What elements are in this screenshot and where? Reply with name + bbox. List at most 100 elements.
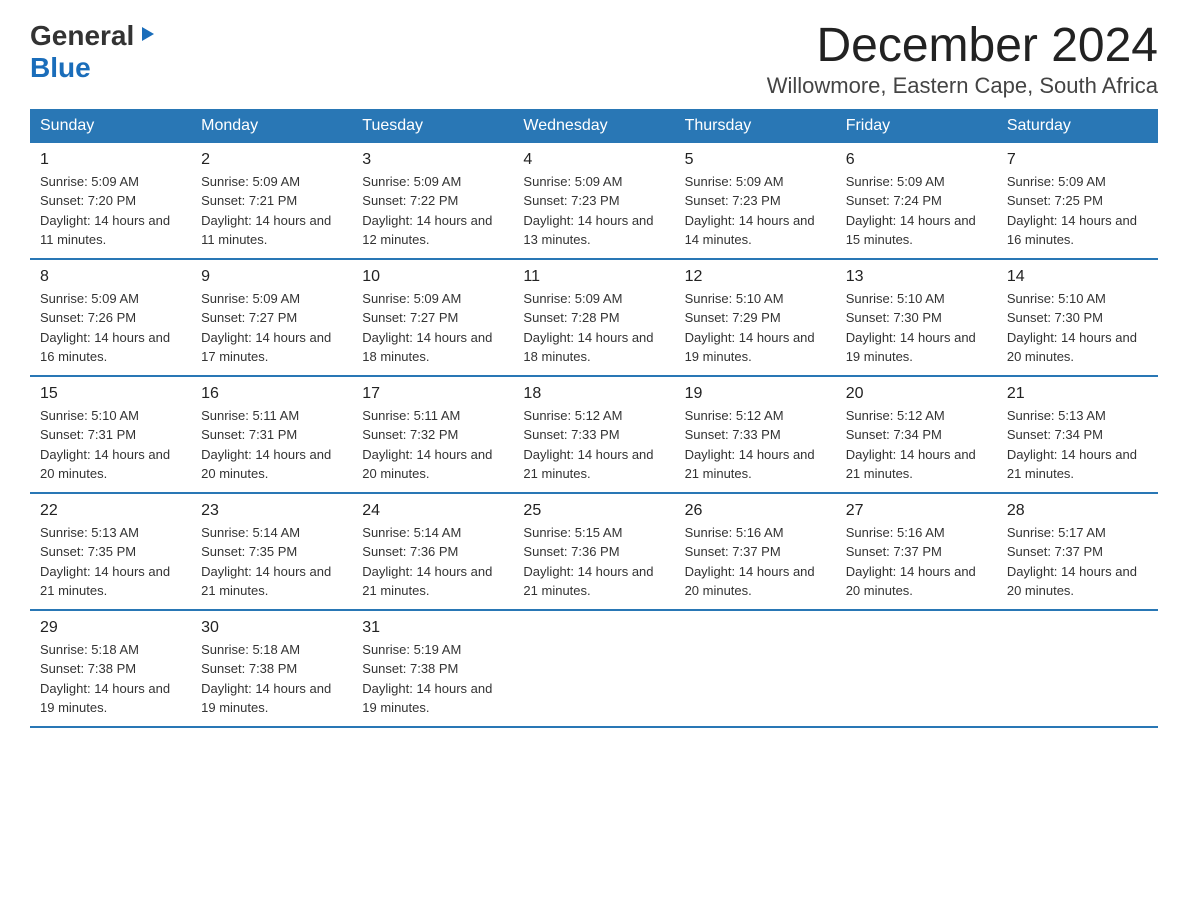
calendar-table: Sunday Monday Tuesday Wednesday Thursday… — [30, 109, 1158, 728]
day-info: Sunrise: 5:09 AMSunset: 7:20 PMDaylight:… — [40, 172, 181, 250]
calendar-header: Sunday Monday Tuesday Wednesday Thursday… — [30, 109, 1158, 143]
day-info: Sunrise: 5:15 AMSunset: 7:36 PMDaylight:… — [523, 523, 664, 601]
day-info: Sunrise: 5:12 AMSunset: 7:34 PMDaylight:… — [846, 406, 987, 484]
day-number: 23 — [201, 502, 342, 520]
day-info: Sunrise: 5:18 AMSunset: 7:38 PMDaylight:… — [201, 640, 342, 718]
day-info: Sunrise: 5:12 AMSunset: 7:33 PMDaylight:… — [523, 406, 664, 484]
table-row: 22 Sunrise: 5:13 AMSunset: 7:35 PMDayligh… — [30, 493, 191, 610]
day-info: Sunrise: 5:11 AMSunset: 7:31 PMDaylight:… — [201, 406, 342, 484]
day-info: Sunrise: 5:16 AMSunset: 7:37 PMDaylight:… — [846, 523, 987, 601]
day-info: Sunrise: 5:17 AMSunset: 7:37 PMDaylight:… — [1007, 523, 1148, 601]
header-friday: Friday — [836, 109, 997, 143]
logo: General Blue — [30, 20, 158, 84]
table-row: 11 Sunrise: 5:09 AMSunset: 7:28 PMDayligh… — [513, 259, 674, 376]
title-section: December 2024 Willowmore, Eastern Cape, … — [767, 20, 1158, 99]
table-row: 13 Sunrise: 5:10 AMSunset: 7:30 PMDayligh… — [836, 259, 997, 376]
day-info: Sunrise: 5:13 AMSunset: 7:34 PMDaylight:… — [1007, 406, 1148, 484]
day-number: 20 — [846, 385, 987, 403]
day-number: 2 — [201, 151, 342, 169]
table-row — [836, 610, 997, 727]
table-row: 16 Sunrise: 5:11 AMSunset: 7:31 PMDayligh… — [191, 376, 352, 493]
table-row: 19Sunrise: 5:12 AMSunset: 7:33 PMDayligh… — [675, 376, 836, 493]
calendar-body: 1 Sunrise: 5:09 AMSunset: 7:20 PMDaylight… — [30, 143, 1158, 727]
month-title: December 2024 — [767, 20, 1158, 73]
day-info: Sunrise: 5:09 AMSunset: 7:26 PMDaylight:… — [40, 289, 181, 367]
location-title: Willowmore, Eastern Cape, South Africa — [767, 73, 1158, 99]
table-row: 3 Sunrise: 5:09 AMSunset: 7:22 PMDaylight… — [352, 143, 513, 259]
table-row: 14Sunrise: 5:10 AMSunset: 7:30 PMDayligh… — [997, 259, 1158, 376]
day-number: 3 — [362, 151, 503, 169]
day-info: Sunrise: 5:16 AMSunset: 7:37 PMDaylight:… — [685, 523, 826, 601]
table-row: 30 Sunrise: 5:18 AMSunset: 7:38 PMDayligh… — [191, 610, 352, 727]
day-number: 25 — [523, 502, 664, 520]
day-number: 26 — [685, 502, 826, 520]
table-row: 17Sunrise: 5:11 AMSunset: 7:32 PMDayligh… — [352, 376, 513, 493]
header-tuesday: Tuesday — [352, 109, 513, 143]
day-number: 1 — [40, 151, 181, 169]
header-sunday: Sunday — [30, 109, 191, 143]
header-wednesday: Wednesday — [513, 109, 674, 143]
day-info: Sunrise: 5:09 AMSunset: 7:28 PMDaylight:… — [523, 289, 664, 367]
table-row: 1 Sunrise: 5:09 AMSunset: 7:20 PMDaylight… — [30, 143, 191, 259]
table-row: 7 Sunrise: 5:09 AMSunset: 7:25 PMDaylight… — [997, 143, 1158, 259]
day-info: Sunrise: 5:13 AMSunset: 7:35 PMDaylight:… — [40, 523, 181, 601]
day-number: 14 — [1007, 268, 1148, 286]
day-number: 22 — [40, 502, 181, 520]
day-number: 21 — [1007, 385, 1148, 403]
table-row — [997, 610, 1158, 727]
day-info: Sunrise: 5:19 AMSunset: 7:38 PMDaylight:… — [362, 640, 503, 718]
day-info: Sunrise: 5:10 AMSunset: 7:30 PMDaylight:… — [846, 289, 987, 367]
header: General Blue December 2024 Willowmore, E… — [30, 20, 1158, 99]
day-number: 9 — [201, 268, 342, 286]
day-info: Sunrise: 5:18 AMSunset: 7:38 PMDaylight:… — [40, 640, 181, 718]
day-number: 27 — [846, 502, 987, 520]
day-info: Sunrise: 5:09 AMSunset: 7:24 PMDaylight:… — [846, 172, 987, 250]
day-number: 30 — [201, 619, 342, 637]
day-info: Sunrise: 5:09 AMSunset: 7:23 PMDaylight:… — [685, 172, 826, 250]
table-row: 27 Sunrise: 5:16 AMSunset: 7:37 PMDayligh… — [836, 493, 997, 610]
day-number: 31 — [362, 619, 503, 637]
day-info: Sunrise: 5:09 AMSunset: 7:22 PMDaylight:… — [362, 172, 503, 250]
day-number: 12 — [685, 268, 826, 286]
day-number: 16 — [201, 385, 342, 403]
logo-general-text: General — [30, 20, 134, 52]
table-row: 25 Sunrise: 5:15 AMSunset: 7:36 PMDayligh… — [513, 493, 674, 610]
day-number: 7 — [1007, 151, 1148, 169]
day-info: Sunrise: 5:14 AMSunset: 7:35 PMDaylight:… — [201, 523, 342, 601]
table-row: 26 Sunrise: 5:16 AMSunset: 7:37 PMDayligh… — [675, 493, 836, 610]
logo-arrow-icon — [136, 23, 158, 50]
table-row: 5 Sunrise: 5:09 AMSunset: 7:23 PMDaylight… — [675, 143, 836, 259]
table-row — [513, 610, 674, 727]
table-row: 28 Sunrise: 5:17 AMSunset: 7:37 PMDayligh… — [997, 493, 1158, 610]
header-monday: Monday — [191, 109, 352, 143]
day-number: 8 — [40, 268, 181, 286]
day-info: Sunrise: 5:09 AMSunset: 7:27 PMDaylight:… — [362, 289, 503, 367]
table-row: 15Sunrise: 5:10 AMSunset: 7:31 PMDayligh… — [30, 376, 191, 493]
day-number: 18 — [523, 385, 664, 403]
day-number: 15 — [40, 385, 181, 403]
day-number: 29 — [40, 619, 181, 637]
day-info: Sunrise: 5:09 AMSunset: 7:25 PMDaylight:… — [1007, 172, 1148, 250]
table-row: 6Sunrise: 5:09 AMSunset: 7:24 PMDaylight… — [836, 143, 997, 259]
day-number: 17 — [362, 385, 503, 403]
day-number: 13 — [846, 268, 987, 286]
table-row: 18 Sunrise: 5:12 AMSunset: 7:33 PMDayligh… — [513, 376, 674, 493]
day-number: 19 — [685, 385, 826, 403]
day-info: Sunrise: 5:14 AMSunset: 7:36 PMDaylight:… — [362, 523, 503, 601]
day-info: Sunrise: 5:09 AMSunset: 7:21 PMDaylight:… — [201, 172, 342, 250]
header-thursday: Thursday — [675, 109, 836, 143]
day-number: 11 — [523, 268, 664, 286]
table-row: 8 Sunrise: 5:09 AMSunset: 7:26 PMDaylight… — [30, 259, 191, 376]
table-row: 20 Sunrise: 5:12 AMSunset: 7:34 PMDayligh… — [836, 376, 997, 493]
day-number: 28 — [1007, 502, 1148, 520]
table-row: 29 Sunrise: 5:18 AMSunset: 7:38 PMDayligh… — [30, 610, 191, 727]
header-saturday: Saturday — [997, 109, 1158, 143]
day-info: Sunrise: 5:09 AMSunset: 7:23 PMDaylight:… — [523, 172, 664, 250]
table-row: 23 Sunrise: 5:14 AMSunset: 7:35 PMDayligh… — [191, 493, 352, 610]
table-row: 9Sunrise: 5:09 AMSunset: 7:27 PMDaylight… — [191, 259, 352, 376]
table-row: 12Sunrise: 5:10 AMSunset: 7:29 PMDayligh… — [675, 259, 836, 376]
logo-blue-text: Blue — [30, 52, 91, 83]
day-number: 5 — [685, 151, 826, 169]
table-row: 4Sunrise: 5:09 AMSunset: 7:23 PMDaylight… — [513, 143, 674, 259]
table-row — [675, 610, 836, 727]
